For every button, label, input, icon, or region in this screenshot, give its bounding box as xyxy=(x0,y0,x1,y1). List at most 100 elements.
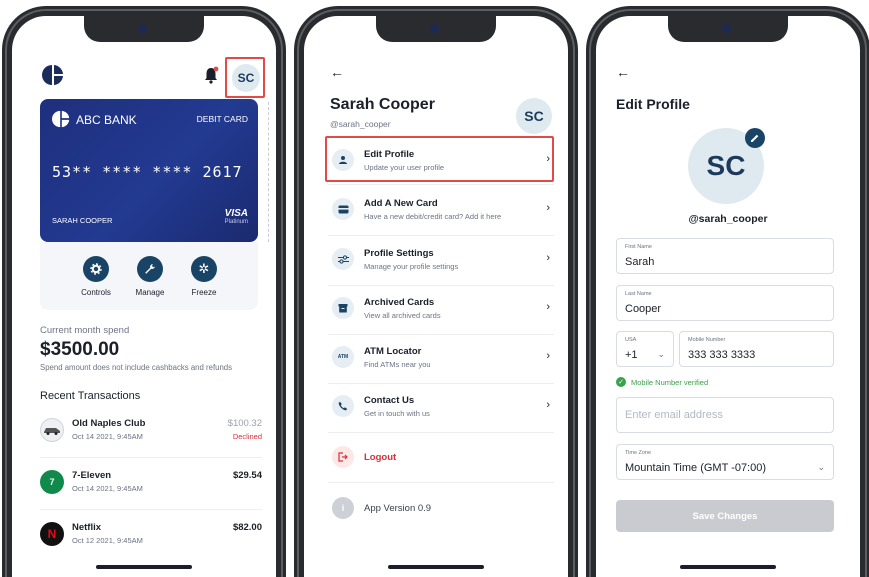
check-icon: ✓ xyxy=(616,377,626,387)
divider xyxy=(328,383,554,384)
transaction-name: Netflix xyxy=(72,522,102,533)
divider xyxy=(328,235,554,236)
home-indicator xyxy=(680,565,776,569)
transaction-row[interactable]: N Netflix Oct 12 2021, 9:45AM $82.00 xyxy=(40,518,262,552)
manage-button[interactable]: Manage xyxy=(120,256,180,297)
last-name-field[interactable]: Last Name Cooper xyxy=(616,285,834,321)
email-field[interactable]: Enter email address xyxy=(616,397,834,433)
home-indicator xyxy=(388,565,484,569)
card-tier: Platinum xyxy=(224,219,248,225)
logout-button[interactable]: Logout xyxy=(328,438,554,480)
profile-menu-screen: ← Sarah Cooper @sarah_cooper SC Edit Pro… xyxy=(304,16,568,577)
snowflake-icon: ✲ xyxy=(191,256,217,282)
last-name-label: Last Name xyxy=(625,291,652,297)
timezone-value: Mountain Time (GMT -07:00) xyxy=(625,462,767,474)
save-changes-button[interactable]: Save Changes xyxy=(616,500,834,532)
atm-icon: ATM xyxy=(332,346,354,368)
timezone-select[interactable]: Time Zone Mountain Time (GMT -07:00) ⌄ xyxy=(616,444,834,480)
seven-eleven-logo-icon: 7 xyxy=(40,470,64,494)
menu-item-subtitle: Have a new debit/credit card? Add it her… xyxy=(364,212,502,221)
transaction-date: Oct 12 2021, 9:45AM xyxy=(72,536,143,545)
card-type: DEBIT CARD xyxy=(196,114,248,124)
back-arrow-icon[interactable]: ← xyxy=(330,64,344,80)
pencil-icon[interactable] xyxy=(745,128,765,148)
country-label: USA xyxy=(625,337,637,343)
menu-item-profile-settings[interactable]: Profile Settings Manage your profile set… xyxy=(328,240,554,282)
menu-item-subtitle: Get in touch with us xyxy=(364,409,430,418)
menu-item-contact-us[interactable]: Contact Us Get in touch with us › xyxy=(328,387,554,429)
transaction-row[interactable]: Old Naples Club Oct 14 2021, 9:45AM $100… xyxy=(40,414,262,448)
chevron-down-icon: ⌄ xyxy=(817,462,825,472)
controls-button[interactable]: Controls xyxy=(66,256,126,297)
first-name-field[interactable]: First Name Sarah xyxy=(616,238,834,274)
transaction-date: Oct 14 2021, 9:45AM xyxy=(72,432,143,441)
avatar[interactable]: SC xyxy=(516,98,552,134)
divider xyxy=(268,102,269,242)
atm-icon-text: ATM xyxy=(337,354,349,360)
transaction-row[interactable]: 7 7-Eleven Oct 14 2021, 9:45AM $29.54 xyxy=(40,466,262,500)
card-network: VISA xyxy=(224,208,248,219)
spend-note: Spend amount does not include cashbacks … xyxy=(40,363,233,372)
card-bank-name: ABC BANK xyxy=(76,113,137,127)
menu-item-atm-locator[interactable]: ATM ATM Locator Find ATMs near you › xyxy=(328,338,554,380)
home-indicator xyxy=(96,565,192,569)
mobile-number-field[interactable]: Mobile Number 333 333 3333 xyxy=(679,331,834,367)
chevron-right-icon: › xyxy=(546,350,550,362)
divider xyxy=(328,184,554,185)
transaction-name: 7-Eleven xyxy=(72,470,112,481)
divider xyxy=(328,482,554,483)
phone-notch xyxy=(668,16,788,42)
app-version: i App Version 0.9 xyxy=(328,489,554,531)
sliders-icon xyxy=(332,248,354,270)
mobile-label: Mobile Number xyxy=(688,337,726,343)
last-name-value: Cooper xyxy=(625,303,662,315)
profile-handle: @sarah_cooper xyxy=(330,119,391,129)
transaction-name: Old Naples Club xyxy=(72,418,146,429)
spend-label: Current month spend xyxy=(40,325,130,336)
menu-item-add-card[interactable]: Add A New Card Have a new debit/credit c… xyxy=(328,190,554,232)
phone-notch xyxy=(84,16,204,42)
phone-notch xyxy=(376,16,496,42)
verified-text: Mobile Number verified xyxy=(631,377,709,387)
spend-amount: $3500.00 xyxy=(40,339,120,360)
bank-logo-icon xyxy=(52,110,70,128)
edit-profile-screen: ← Edit Profile SC @sarah_cooper First Na… xyxy=(596,16,860,577)
country-code-select[interactable]: USA +1 ⌄ xyxy=(616,331,674,367)
menu-item-subtitle: Find ATMs near you xyxy=(364,360,431,369)
camera-icon xyxy=(430,24,439,33)
netflix-logo-icon: N xyxy=(40,522,64,546)
camera-icon xyxy=(138,24,147,33)
dashboard-screen: SC ABC BANK DEBIT CARD 53** **** **** 26… xyxy=(12,16,276,577)
transaction-amount: $82.00 xyxy=(232,522,262,533)
email-placeholder: Enter email address xyxy=(625,409,723,421)
mobile-verified-status: ✓ Mobile Number verified xyxy=(616,377,708,387)
logout-label: Logout xyxy=(364,452,397,463)
menu-item-title: Profile Settings xyxy=(364,248,434,259)
debit-card[interactable]: ABC BANK DEBIT CARD 53** **** **** 2617 … xyxy=(40,99,258,242)
avatar-highlight xyxy=(225,57,265,98)
phone-icon xyxy=(332,395,354,417)
profile-name: Sarah Cooper xyxy=(330,96,435,113)
car-icon xyxy=(40,418,64,442)
controls-label: Controls xyxy=(81,288,111,297)
card-holder: SARAH COOPER xyxy=(52,216,113,225)
chevron-right-icon: › xyxy=(546,301,550,313)
first-name-label: First Name xyxy=(625,244,652,250)
manage-label: Manage xyxy=(135,288,165,297)
freeze-button[interactable]: ✲ Freeze xyxy=(174,256,234,297)
menu-item-archived-cards[interactable]: Archived Cards View all archived cards › xyxy=(328,289,554,331)
first-name-value: Sarah xyxy=(625,256,655,268)
camera-icon xyxy=(722,24,731,33)
recent-transactions-title: Recent Transactions xyxy=(40,390,141,402)
transaction-date: Oct 14 2021, 9:45AM xyxy=(72,484,143,493)
timezone-label: Time Zone xyxy=(625,450,652,456)
bell-icon[interactable] xyxy=(202,66,220,84)
back-arrow-icon[interactable]: ← xyxy=(616,64,630,80)
menu-item-title: ATM Locator xyxy=(364,346,422,357)
page-title: Edit Profile xyxy=(616,96,690,112)
bank-logo-icon xyxy=(42,65,63,85)
phone-edit-profile: ← Edit Profile SC @sarah_cooper First Na… xyxy=(586,6,869,577)
menu-item-title: Contact Us xyxy=(364,395,415,406)
phone-dashboard: SC ABC BANK DEBIT CARD 53** **** **** 26… xyxy=(2,6,286,577)
mobile-value: 333 333 3333 xyxy=(688,349,756,361)
